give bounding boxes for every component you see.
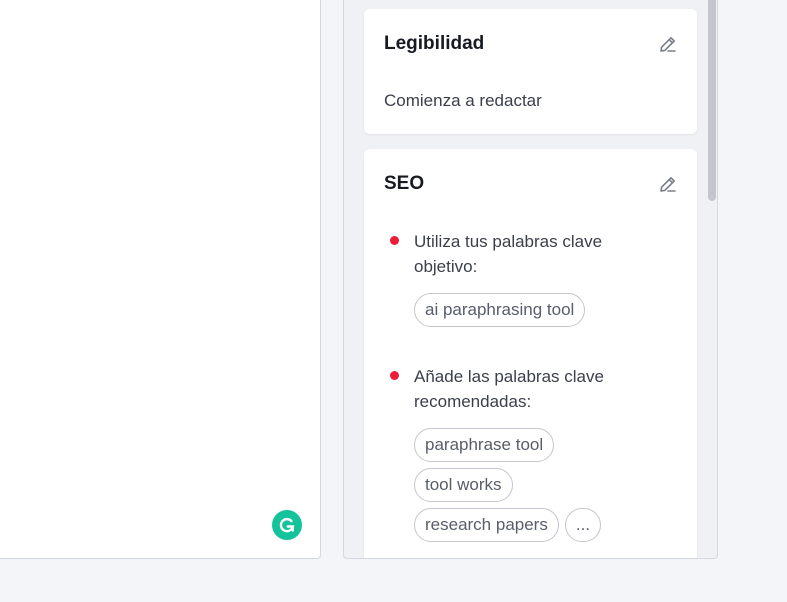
grammarly-g-icon	[279, 517, 295, 533]
seo-content-panel: Legibilidad Comienza a redactar SEO Util…	[343, 0, 718, 559]
scrollbar-thumb[interactable]	[708, 0, 716, 201]
seo-item-label: Utiliza tus palabras clave objetivo:	[414, 232, 603, 276]
seo-card: SEO Utiliza tus palabras clave objetivo:…	[364, 149, 697, 558]
seo-target-keywords: Utiliza tus palabras clave objetivo: ai …	[384, 229, 684, 327]
readability-title: Legibilidad	[384, 33, 485, 54]
error-bullet-icon	[390, 236, 399, 245]
seo-recommended-keywords: Añade las palabras clave recomendadas: p…	[384, 364, 684, 542]
keyword-chip[interactable]: paraphrase tool	[414, 428, 555, 462]
grammarly-button[interactable]	[272, 510, 302, 540]
pencil-icon	[660, 37, 676, 52]
seo-edit-button[interactable]	[657, 173, 679, 195]
readability-edit-button[interactable]	[657, 33, 679, 55]
more-keywords-button[interactable]: ...	[564, 508, 602, 542]
target-keyword-chips: ai paraphrasing tool	[414, 293, 654, 327]
keyword-chip[interactable]: ai paraphrasing tool	[414, 293, 586, 327]
readability-status: Comienza a redactar	[384, 91, 542, 110]
keyword-chip[interactable]: tool works	[414, 468, 513, 502]
seo-title: SEO	[384, 173, 425, 194]
keyword-chip[interactable]: research papers	[414, 508, 559, 542]
recommended-keyword-chips: paraphrase tool tool works research pape…	[414, 428, 654, 542]
pencil-icon	[660, 177, 676, 192]
seo-item-label: Añade las palabras clave recomendadas:	[414, 367, 604, 411]
error-bullet-icon	[390, 371, 399, 380]
text-editor-panel[interactable]	[0, 0, 321, 559]
readability-card: Legibilidad Comienza a redactar	[364, 9, 697, 134]
